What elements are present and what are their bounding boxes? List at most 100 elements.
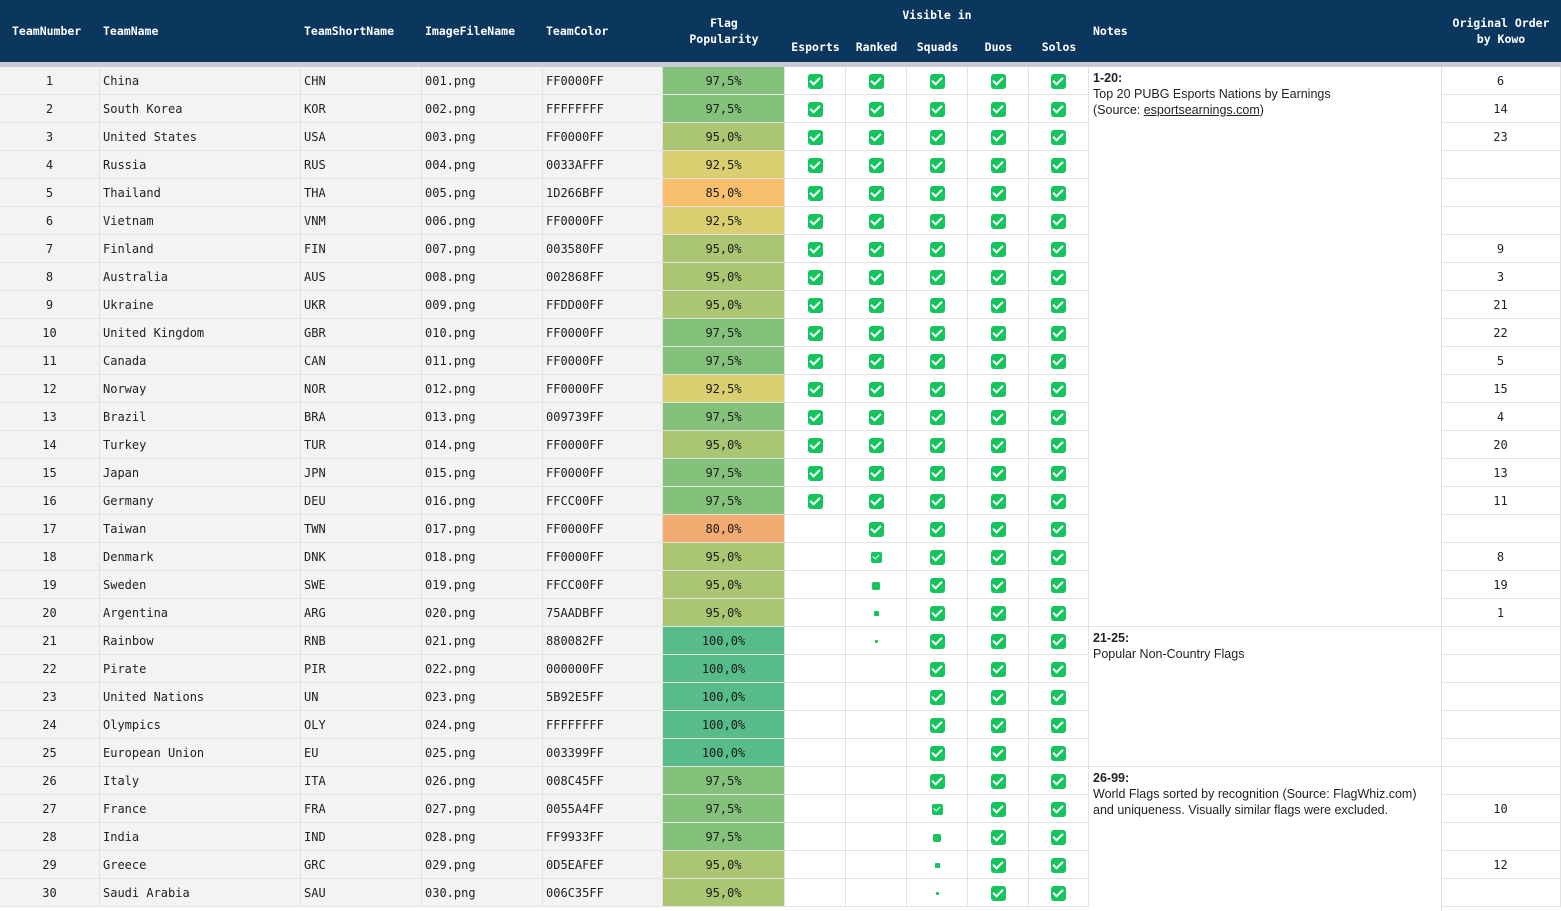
cell-team-number[interactable]: 30 bbox=[0, 879, 100, 907]
cell-visible-squads[interactable] bbox=[907, 459, 968, 487]
cell-visible-ranked[interactable] bbox=[846, 599, 907, 627]
cell-team-color[interactable]: 75AADBFF bbox=[543, 599, 663, 627]
cell-original-order[interactable] bbox=[1441, 151, 1561, 179]
cell-visible-solos[interactable] bbox=[1029, 459, 1089, 487]
cell-team-number[interactable]: 15 bbox=[0, 459, 100, 487]
cell-visible-ranked[interactable] bbox=[846, 795, 907, 823]
checkbox-checked-icon[interactable] bbox=[1051, 886, 1066, 901]
cell-team-name[interactable]: China bbox=[100, 67, 301, 95]
cell-visible-esports[interactable] bbox=[785, 739, 846, 767]
checkbox-checked-icon[interactable] bbox=[868, 410, 884, 425]
cell-visible-esports[interactable] bbox=[785, 235, 846, 263]
cell-visible-ranked[interactable] bbox=[846, 319, 907, 347]
cell-visible-solos[interactable] bbox=[1029, 739, 1089, 767]
cell-visible-esports[interactable] bbox=[785, 655, 846, 683]
cell-image-file-name[interactable]: 006.png bbox=[422, 207, 543, 235]
checkbox-checked-icon[interactable] bbox=[929, 74, 945, 89]
cell-visible-squads[interactable] bbox=[907, 235, 968, 263]
checkbox-checked-icon[interactable] bbox=[807, 410, 823, 425]
cell-visible-solos[interactable] bbox=[1029, 123, 1089, 151]
cell-visible-duos[interactable] bbox=[968, 515, 1029, 543]
cell-image-file-name[interactable]: 011.png bbox=[422, 347, 543, 375]
cell-visible-ranked[interactable] bbox=[846, 347, 907, 375]
cell-flag-popularity[interactable]: 80,0% bbox=[663, 515, 785, 543]
cell-visible-ranked[interactable] bbox=[846, 291, 907, 319]
cell-visible-esports[interactable] bbox=[785, 347, 846, 375]
checkbox-checked-icon[interactable] bbox=[990, 242, 1006, 257]
cell-image-file-name[interactable]: 028.png bbox=[422, 823, 543, 851]
checkbox-checked-icon[interactable] bbox=[935, 892, 939, 895]
notes-block-1[interactable] bbox=[1089, 67, 1442, 627]
checkbox-checked-icon[interactable] bbox=[868, 242, 884, 257]
checkbox-checked-icon[interactable] bbox=[1051, 718, 1066, 733]
cell-visible-ranked[interactable] bbox=[846, 683, 907, 711]
cell-visible-esports[interactable] bbox=[785, 879, 846, 907]
checkbox-checked-icon[interactable] bbox=[934, 863, 940, 868]
cell-visible-esports[interactable] bbox=[785, 67, 846, 95]
checkbox-checked-icon[interactable] bbox=[990, 746, 1006, 761]
cell-visible-squads[interactable] bbox=[907, 291, 968, 319]
checkbox-checked-icon[interactable] bbox=[1051, 774, 1066, 789]
checkbox-checked-icon[interactable] bbox=[868, 102, 884, 117]
checkbox-checked-icon[interactable] bbox=[807, 354, 823, 369]
checkbox-checked-icon[interactable] bbox=[1051, 634, 1066, 649]
cell-team-number[interactable]: 14 bbox=[0, 431, 100, 459]
cell-team-name[interactable]: Argentina bbox=[100, 599, 301, 627]
cell-team-short-name[interactable]: ARG bbox=[301, 599, 422, 627]
cell-visible-duos[interactable] bbox=[968, 291, 1029, 319]
cell-original-order[interactable]: 23 bbox=[1441, 123, 1561, 151]
cell-flag-popularity[interactable]: 97,5% bbox=[663, 67, 785, 95]
cell-visible-esports[interactable] bbox=[785, 795, 846, 823]
cell-visible-ranked[interactable] bbox=[846, 95, 907, 123]
checkbox-checked-icon[interactable] bbox=[990, 326, 1006, 341]
col-header-solos[interactable]: Solos bbox=[1029, 39, 1089, 55]
checkbox-checked-icon[interactable] bbox=[1051, 326, 1066, 341]
cell-original-order[interactable]: 13 bbox=[1441, 459, 1561, 487]
cell-team-number[interactable]: 27 bbox=[0, 795, 100, 823]
cell-visible-duos[interactable] bbox=[968, 543, 1029, 571]
checkbox-checked-icon[interactable] bbox=[1051, 662, 1066, 677]
cell-visible-solos[interactable] bbox=[1029, 879, 1089, 907]
cell-visible-duos[interactable] bbox=[968, 655, 1029, 683]
checkbox-checked-icon[interactable] bbox=[1051, 102, 1066, 117]
col-header-team-short-name[interactable]: TeamShortName bbox=[304, 23, 394, 39]
col-header-visible-in[interactable]: Visible in bbox=[785, 7, 1089, 23]
cell-team-number[interactable]: 1 bbox=[0, 67, 100, 95]
cell-visible-duos[interactable] bbox=[968, 375, 1029, 403]
cell-visible-squads[interactable] bbox=[907, 123, 968, 151]
cell-visible-esports[interactable] bbox=[785, 123, 846, 151]
cell-team-color[interactable]: 008C45FF bbox=[543, 767, 663, 795]
checkbox-checked-icon[interactable] bbox=[1051, 130, 1066, 145]
cell-visible-squads[interactable] bbox=[907, 347, 968, 375]
cell-team-short-name[interactable]: FRA bbox=[301, 795, 422, 823]
cell-flag-popularity[interactable]: 100,0% bbox=[663, 711, 785, 739]
cell-team-number[interactable]: 20 bbox=[0, 599, 100, 627]
cell-visible-ranked[interactable] bbox=[846, 67, 907, 95]
cell-team-color[interactable]: 1D266BFF bbox=[543, 179, 663, 207]
cell-visible-esports[interactable] bbox=[785, 291, 846, 319]
cell-visible-duos[interactable] bbox=[968, 123, 1029, 151]
checkbox-checked-icon[interactable] bbox=[868, 466, 884, 481]
checkbox-checked-icon[interactable] bbox=[929, 746, 945, 761]
checkbox-checked-icon[interactable] bbox=[807, 270, 823, 285]
cell-original-order[interactable]: 10 bbox=[1441, 795, 1561, 823]
cell-team-short-name[interactable]: GBR bbox=[301, 319, 422, 347]
cell-team-color[interactable]: FF0000FF bbox=[543, 67, 663, 95]
cell-flag-popularity[interactable]: 100,0% bbox=[663, 655, 785, 683]
cell-visible-solos[interactable] bbox=[1029, 823, 1089, 851]
cell-original-order[interactable]: 19 bbox=[1441, 571, 1561, 599]
cell-team-name[interactable]: United Nations bbox=[100, 683, 301, 711]
cell-original-order[interactable] bbox=[1441, 627, 1561, 655]
cell-team-short-name[interactable]: GRC bbox=[301, 851, 422, 879]
cell-visible-ranked[interactable] bbox=[846, 403, 907, 431]
cell-image-file-name[interactable]: 014.png bbox=[422, 431, 543, 459]
cell-visible-squads[interactable] bbox=[907, 795, 968, 823]
checkbox-checked-icon[interactable] bbox=[929, 774, 945, 789]
cell-visible-solos[interactable] bbox=[1029, 151, 1089, 179]
cell-visible-ranked[interactable] bbox=[846, 767, 907, 795]
cell-team-color[interactable]: FF0000FF bbox=[543, 543, 663, 571]
cell-visible-ranked[interactable] bbox=[846, 487, 907, 515]
cell-visible-solos[interactable] bbox=[1029, 599, 1089, 627]
cell-team-short-name[interactable]: ITA bbox=[301, 767, 422, 795]
checkbox-checked-icon[interactable] bbox=[1051, 858, 1066, 873]
